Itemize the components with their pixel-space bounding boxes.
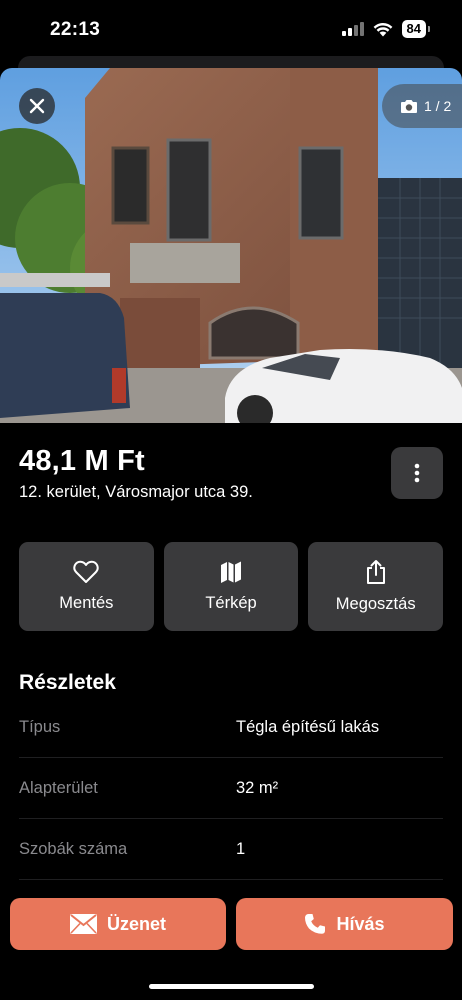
status-bar: 22:13 84 <box>0 0 462 62</box>
detail-value: 1 <box>236 839 246 858</box>
details-list: Típus Tégla építésű lakás Alapterület 32… <box>19 697 443 880</box>
save-button-label: Mentés <box>59 594 114 612</box>
status-icons: 84 <box>341 20 430 38</box>
detail-value: 32 m² <box>236 778 279 797</box>
listing-address: 12. kerület, Városmajor utca 39. <box>19 483 253 501</box>
map-button-label: Térkép <box>205 594 257 612</box>
save-button[interactable]: Mentés <box>19 542 154 631</box>
call-button-label: Hívás <box>336 913 385 934</box>
more-vertical-icon <box>414 463 420 483</box>
detail-value: Tégla építésű lakás <box>236 717 380 736</box>
share-button[interactable]: Megosztás <box>308 542 444 631</box>
battery-icon: 84 <box>401 20 430 38</box>
details-section-title: Részletek <box>19 671 116 694</box>
listing-price: 48,1 M Ft <box>19 445 145 477</box>
envelope-icon <box>69 914 97 934</box>
message-button[interactable]: Üzenet <box>10 898 226 950</box>
phone-icon <box>305 914 326 934</box>
status-time: 22:13 <box>50 19 101 40</box>
detail-row-type: Típus Tégla építésű lakás <box>19 697 443 758</box>
share-icon <box>366 560 385 584</box>
share-button-label: Megosztás <box>335 595 416 613</box>
photo-counter[interactable]: 1 / 2 <box>382 84 462 128</box>
action-buttons: Mentés Térkép Megosztás <box>19 542 444 631</box>
detail-row-area: Alapterület 32 m² <box>19 758 443 819</box>
detail-key: Szobák száma <box>19 839 128 858</box>
battery-level: 84 <box>401 20 426 38</box>
camera-icon <box>401 99 417 113</box>
wifi-icon <box>373 22 392 36</box>
detail-key: Típus <box>19 717 61 736</box>
detail-row-rooms: Szobák száma 1 <box>19 819 443 880</box>
signal-icon <box>341 22 364 36</box>
photo-counter-label: 1 / 2 <box>424 98 452 114</box>
close-button[interactable] <box>19 88 55 124</box>
home-indicator[interactable] <box>149 984 314 989</box>
more-options-button[interactable] <box>391 447 443 499</box>
detail-key: Alapterület <box>19 778 98 797</box>
heart-icon <box>73 560 100 583</box>
message-button-label: Üzenet <box>106 913 166 934</box>
call-button[interactable]: Hívás <box>236 898 453 950</box>
close-icon <box>29 98 45 114</box>
map-button[interactable]: Térkép <box>163 542 299 631</box>
map-icon <box>221 561 241 583</box>
